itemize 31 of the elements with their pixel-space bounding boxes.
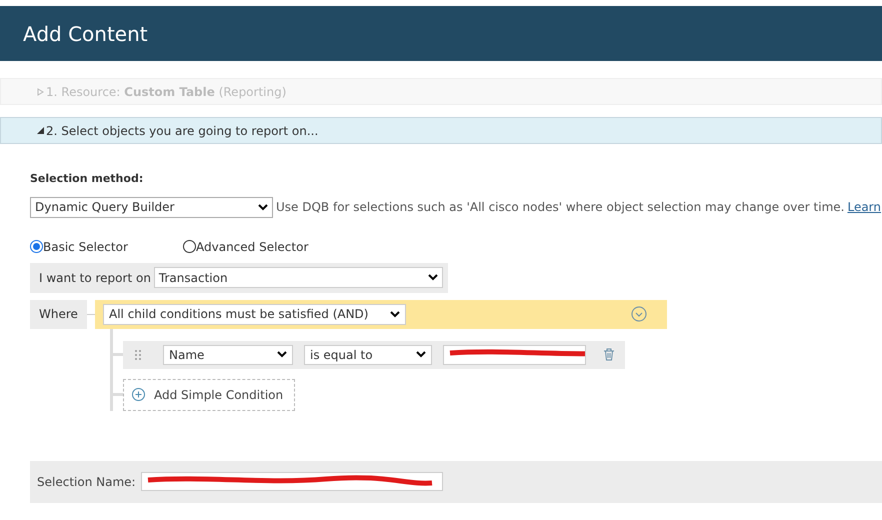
chevron-circle-icon[interactable] (631, 306, 647, 322)
add-condition-button[interactable]: Add Simple Condition (123, 378, 295, 410)
field-label: I want to report on (39, 270, 151, 286)
caret-icon (428, 274, 438, 281)
group-operator-select[interactable]: All child conditions must be satisfied (AND) (103, 304, 406, 324)
page-title: Add Content (23, 20, 148, 48)
value-field[interactable] (443, 344, 586, 364)
field-select[interactable]: Name (163, 344, 293, 364)
object-type-select[interactable]: Transaction (154, 267, 443, 288)
caret-icon (277, 351, 287, 358)
wizard-step[interactable]: 2. Select objects you are going to report on... (0, 117, 882, 144)
field-label: Selection Name: (37, 474, 136, 490)
caret-icon (258, 204, 268, 210)
learn-link[interactable]: Learn (847, 198, 882, 216)
radio-button[interactable] (30, 240, 43, 253)
operator-select[interactable]: is equal to (304, 344, 432, 364)
drag-handle-icon[interactable] (135, 350, 141, 360)
trash-icon[interactable] (603, 348, 615, 361)
where-label: Where (30, 300, 87, 328)
help-text: Use DQB for selections such as 'All cisco nodes' where object selection may change over time. (276, 199, 844, 216)
radio-button[interactable] (183, 240, 196, 253)
radio-label[interactable]: Advanced Selector (196, 238, 308, 256)
triangle-icon (37, 127, 44, 134)
caret-icon (390, 310, 400, 318)
plus-circle-icon (132, 388, 145, 401)
selection-name-field[interactable] (140, 472, 443, 491)
method-select[interactable]: Dynamic Query Builder (30, 196, 273, 218)
field-label: Selection method: (30, 171, 144, 187)
radio-label[interactable]: Basic Selector (43, 238, 128, 256)
triangle-icon (37, 88, 44, 96)
caret-icon (416, 351, 426, 358)
